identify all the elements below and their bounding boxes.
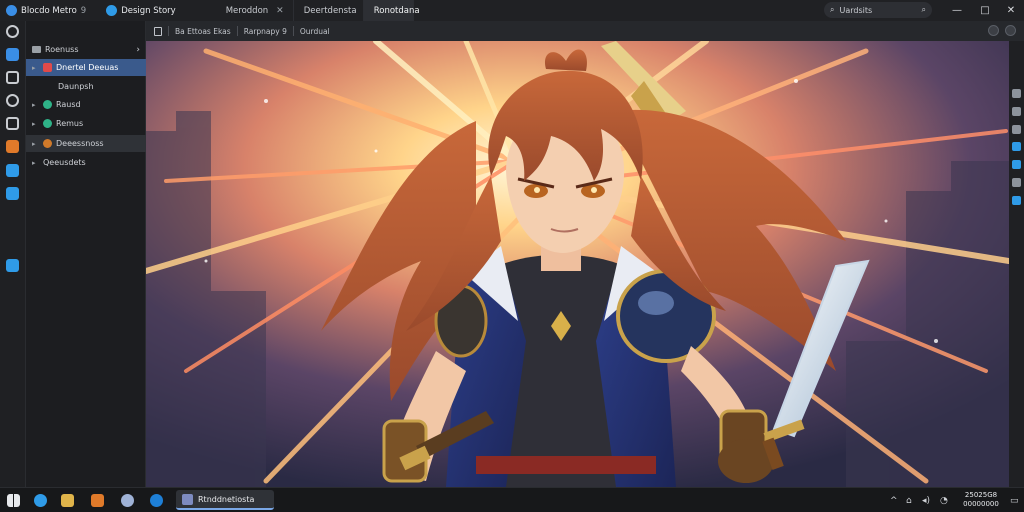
pen-icon[interactable] xyxy=(6,259,19,272)
taskbar: Rtnddnetiosta ^ ⌂ ◂) ◔ 25025G8 00000000 … xyxy=(0,487,1024,512)
close-icon[interactable]: ✕ xyxy=(276,6,284,16)
settings-icon[interactable] xyxy=(988,25,999,36)
folder-icon[interactable] xyxy=(6,117,19,130)
app-logo-icon xyxy=(6,5,17,16)
divider xyxy=(236,26,238,36)
sidebar-item-label: Remus xyxy=(56,119,84,128)
globe-icon xyxy=(43,100,52,109)
page-icon[interactable] xyxy=(154,26,162,36)
copy-icon[interactable] xyxy=(6,71,19,84)
properties-icon[interactable] xyxy=(1012,125,1021,134)
chevron-right-icon: ▸ xyxy=(32,139,36,148)
taskbar-active-app[interactable]: Rtnddnetiosta xyxy=(176,490,274,510)
address-toolbar: Ba Ettoas Ekas Rarpnapy 9 Ourdual xyxy=(146,21,1024,41)
close-button[interactable]: ✕ xyxy=(1000,0,1022,21)
app-thumbnail-icon xyxy=(182,493,193,505)
store-icon[interactable] xyxy=(91,494,104,507)
adjustments-icon[interactable] xyxy=(1012,178,1021,187)
sidebar-item-daunpsh[interactable]: Daunpsh xyxy=(26,78,146,95)
edge-browser-icon[interactable] xyxy=(34,494,47,507)
divider xyxy=(168,26,169,36)
artwork-canvas[interactable] xyxy=(146,41,1009,487)
brush-icon[interactable] xyxy=(6,164,19,177)
divider xyxy=(292,26,294,36)
tab-deertdensta[interactable]: Deertdensta xyxy=(294,0,364,21)
chevron-right-icon: ▸ xyxy=(32,119,36,128)
globe-icon xyxy=(43,119,52,128)
chat-icon[interactable] xyxy=(6,25,19,38)
cube-icon[interactable] xyxy=(6,187,19,200)
swatches-icon[interactable] xyxy=(1012,196,1021,205)
tab-label: Ronotdana xyxy=(373,5,420,16)
tab-label: Meroddon xyxy=(225,5,269,16)
search-submit-icon[interactable]: ⌕ xyxy=(922,5,926,15)
right-tool-rail xyxy=(1009,41,1024,487)
folder-icon xyxy=(32,46,41,53)
sidebar-item-label: Rausd xyxy=(56,100,81,109)
search-input[interactable]: ⌕ Uardsits ⌕ xyxy=(824,2,932,18)
sidebar-item-label: Daunpsh xyxy=(58,82,94,91)
layers-icon[interactable] xyxy=(1012,89,1021,98)
app-title: Blocdo Metro xyxy=(21,5,77,16)
chevron-right-icon: ▸ xyxy=(32,100,36,109)
second-app-title: Design Story xyxy=(121,5,176,16)
files-icon[interactable] xyxy=(6,48,19,61)
anime-warrior-artwork xyxy=(146,41,1009,487)
edge-icon[interactable] xyxy=(150,494,163,507)
title-bar: Blocdo Metro 9 Design Story Meroddon ✕ D… xyxy=(0,0,1024,21)
sidebar-item-dnertel-deeuas[interactable]: ▸ Dnertel Deeuas xyxy=(26,59,146,76)
clock-time: 25025G8 xyxy=(964,491,998,499)
start-icon[interactable] xyxy=(7,494,20,507)
tab-ronotdana[interactable]: Ronotdana xyxy=(363,0,420,21)
taskbar-app-label: Rtnddnetiosta xyxy=(198,494,255,504)
tab-label: Deertdensta xyxy=(303,5,357,16)
sidebar-header-label: Roenuss xyxy=(45,45,79,54)
search-value: Uardsits xyxy=(839,5,873,15)
activity-rail xyxy=(0,21,26,487)
bookmark-icon[interactable] xyxy=(6,140,19,153)
sidebar-item-label: Dnertel Deeuas xyxy=(56,63,119,72)
breadcrumb-item[interactable]: Ba Ettoas Ekas xyxy=(175,27,231,36)
app-badge-count: 9 xyxy=(80,5,87,16)
chevron-right-icon: ▸ xyxy=(32,158,36,167)
network-icon[interactable]: ⌂ xyxy=(906,488,912,512)
sidebar-item-rausd[interactable]: ▸ Rausd xyxy=(26,96,146,113)
history-icon[interactable] xyxy=(1012,107,1021,116)
battery-icon[interactable]: ◔ xyxy=(940,488,948,512)
sidebar-item-deeessnoss[interactable]: ▸ Deeessnoss xyxy=(26,135,146,152)
chevron-right-icon: › xyxy=(136,44,140,55)
chevron-up-icon[interactable]: ^ xyxy=(890,488,898,512)
minimize-button[interactable]: — xyxy=(946,0,968,21)
breadcrumb-item[interactable]: Ourdual xyxy=(300,27,330,36)
explorer-sidebar: Roenuss › ▸ Dnertel Deeuas Daunpsh ▸ Rau… xyxy=(26,21,146,487)
maximize-button[interactable]: □ xyxy=(974,0,996,21)
clock-date: 00000000 xyxy=(963,500,999,508)
system-clock[interactable]: 25025G8 00000000 xyxy=(957,491,1005,509)
sidebar-item-qeeusdets[interactable]: ▸ Qeeusdets xyxy=(26,154,146,171)
sidebar-item-label: Qeeusdets xyxy=(43,158,86,167)
badge-icon xyxy=(43,139,52,148)
app-switcher[interactable]: Blocdo Metro 9 xyxy=(0,0,92,21)
second-app-tab[interactable]: Design Story xyxy=(100,0,182,21)
document-icon xyxy=(43,63,52,72)
design-app-icon xyxy=(106,5,118,16)
sidebar-item-label: Deeessnoss xyxy=(56,139,104,148)
breadcrumb-item[interactable]: Rarpnapy 9 xyxy=(244,27,287,36)
sidebar-item-remus[interactable]: ▸ Remus xyxy=(26,115,146,132)
refresh-icon[interactable] xyxy=(1005,25,1016,36)
search-icon: ⌕ xyxy=(830,5,835,14)
file-explorer-icon[interactable] xyxy=(61,494,74,507)
chevron-right-icon: ▸ xyxy=(32,63,36,72)
clock-icon[interactable] xyxy=(6,94,19,107)
tab-meroddon[interactable]: Meroddon ✕ xyxy=(216,0,294,21)
sidebar-header[interactable]: Roenuss › xyxy=(26,41,146,58)
volume-icon[interactable]: ◂) xyxy=(922,488,930,512)
notification-icon[interactable]: ▭ xyxy=(1010,488,1019,512)
chrome-icon[interactable] xyxy=(121,494,134,507)
color-icon[interactable] xyxy=(1012,142,1021,151)
brush-settings-icon[interactable] xyxy=(1012,160,1021,169)
